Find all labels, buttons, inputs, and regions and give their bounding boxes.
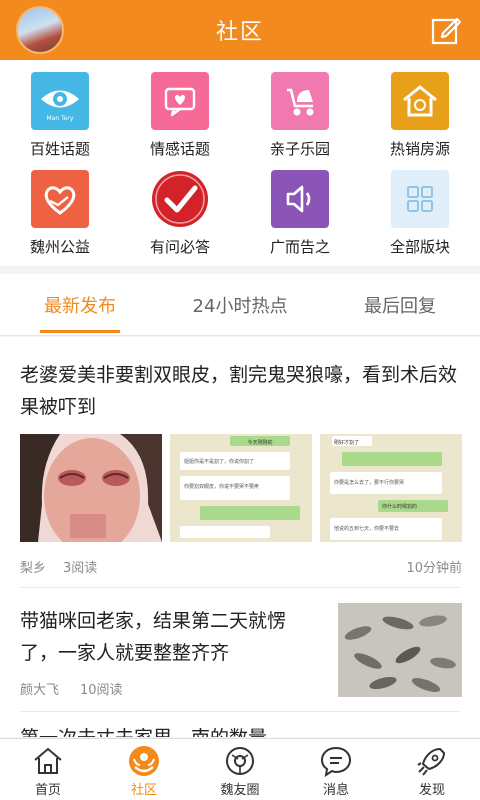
community-icon (129, 746, 159, 776)
divider (20, 587, 460, 588)
article-time: 10分钟前 (406, 561, 462, 576)
article-title[interactable]: 老婆爱美非要割双眼皮，割完鬼哭狼嚎，看到术后效果被吓到 (20, 359, 460, 423)
svg-text:Man Tery: Man Tery (47, 115, 74, 122)
category-qa[interactable]: 有问必答 (120, 170, 240, 257)
nav-label: 魏友圈 (220, 783, 260, 798)
category-ads[interactable]: 广而告之 (240, 170, 360, 257)
heart-chat-icon (151, 72, 209, 130)
article-author: 梨乡 (20, 561, 47, 576)
category-label: 情感话题 (149, 140, 210, 158)
edit-icon[interactable] (430, 14, 462, 46)
tab-hot-24h[interactable]: 24小时热点 (160, 292, 320, 318)
category-emotion[interactable]: 情感话题 (120, 72, 240, 159)
article-thumbnail (20, 434, 162, 542)
category-baixing[interactable]: Man Tery 百姓话题 (0, 72, 120, 159)
page-title: 社区 (215, 20, 264, 45)
nav-messages[interactable]: 消息 (288, 739, 384, 800)
svg-text:你要是怎么去了，要不行你要哭: 你要是怎么去了，要不行你要哭 (334, 479, 404, 486)
article-feed: 老婆爱美非要割双眼皮，割完鬼哭狼嚎，看到术后效果被吓到 今天刚刚的 姐姐你是不是… (0, 337, 480, 737)
category-housing[interactable]: 热销房源 (360, 72, 480, 159)
svg-text:今天刚刚的: 今天刚刚的 (247, 439, 272, 446)
article-author: 颜大飞 (20, 683, 60, 698)
nav-community[interactable]: 社区 (96, 739, 192, 800)
category-parenting[interactable]: 亲子乐园 (240, 72, 360, 159)
category-grid: Man Tery 百姓话题 情感话题 亲子乐园 热销房源 魏州公益 有问必答 广… (0, 60, 480, 266)
article-title[interactable]: 带猫咪回老家，结果第二天就愣了，一家人就要整整齐齐 (20, 605, 320, 669)
nav-label: 消息 (322, 783, 349, 798)
nav-discover[interactable]: 发现 (384, 739, 480, 800)
message-icon (320, 746, 352, 777)
svg-text:他说的五到七天，你要不要去: 他说的五到七天，你要不要去 (334, 525, 399, 532)
tab-latest[interactable]: 最新发布 (0, 292, 160, 318)
category-label: 全部版块 (389, 238, 450, 256)
article-reads: 3阅读 (63, 561, 98, 576)
feed-tabs: 最新发布 24小时热点 最后回复 (0, 274, 480, 336)
eye-icon: Man Tery (31, 72, 89, 130)
nav-label: 发现 (418, 783, 445, 798)
heart-hand-icon (31, 170, 89, 228)
category-label: 亲子乐园 (269, 140, 330, 158)
tab-last-reply[interactable]: 最后回复 (320, 292, 480, 318)
home-icon (34, 747, 62, 774)
check-icon (151, 170, 209, 228)
article-title[interactable]: 第一次去丈夫家里，南的数量 (20, 723, 267, 737)
divider (20, 711, 460, 712)
category-label: 有问必答 (149, 238, 210, 256)
svg-text:你要割双眼皮，你说不要哭不要疼: 你要割双眼皮，你说不要哭不要疼 (184, 483, 259, 490)
category-all[interactable]: 全部版块 (360, 170, 480, 257)
category-label: 热销房源 (389, 140, 450, 158)
article-thumbnail: 今天刚刚的 姐姐你是不是割了，你说你割了 你要割双眼皮，你说不要哭不要疼 (170, 434, 312, 542)
category-label: 广而告之 (269, 238, 330, 256)
nav-circle[interactable]: 魏友圈 (192, 739, 288, 800)
header-bar: 社区 (0, 0, 480, 60)
article-images[interactable]: 今天刚刚的 姐姐你是不是割了，你说你割了 你要割双眼皮，你说不要哭不要疼 刚好才… (20, 434, 462, 542)
article-thumbnail: 刚好才割了 你要是怎么去了，要不行你要哭 你什么时候割的 他说的五到七天，你要不… (320, 434, 462, 542)
circle-icon (226, 747, 254, 775)
article-thumbnail[interactable] (338, 603, 462, 697)
nav-label: 社区 (130, 783, 157, 798)
grid-icon (391, 170, 449, 228)
bottom-nav: 首页 社区 魏友圈 消息 发现 (0, 738, 480, 800)
stroller-icon (271, 72, 329, 130)
nav-home[interactable]: 首页 (0, 739, 96, 800)
house-icon (391, 72, 449, 130)
category-label: 魏州公益 (29, 238, 90, 256)
category-label: 百姓话题 (29, 140, 90, 158)
svg-text:刚好才割了: 刚好才割了 (334, 439, 359, 446)
category-charity[interactable]: 魏州公益 (0, 170, 120, 257)
svg-text:姐姐你是不是割了，你说你割了: 姐姐你是不是割了，你说你割了 (184, 458, 254, 465)
rocket-icon (417, 748, 445, 776)
article-reads: 10阅读 (80, 683, 123, 698)
tab-indicator (40, 330, 120, 333)
speaker-icon (271, 170, 329, 228)
nav-label: 首页 (34, 783, 61, 798)
svg-text:你什么时候割的: 你什么时候割的 (382, 503, 417, 510)
